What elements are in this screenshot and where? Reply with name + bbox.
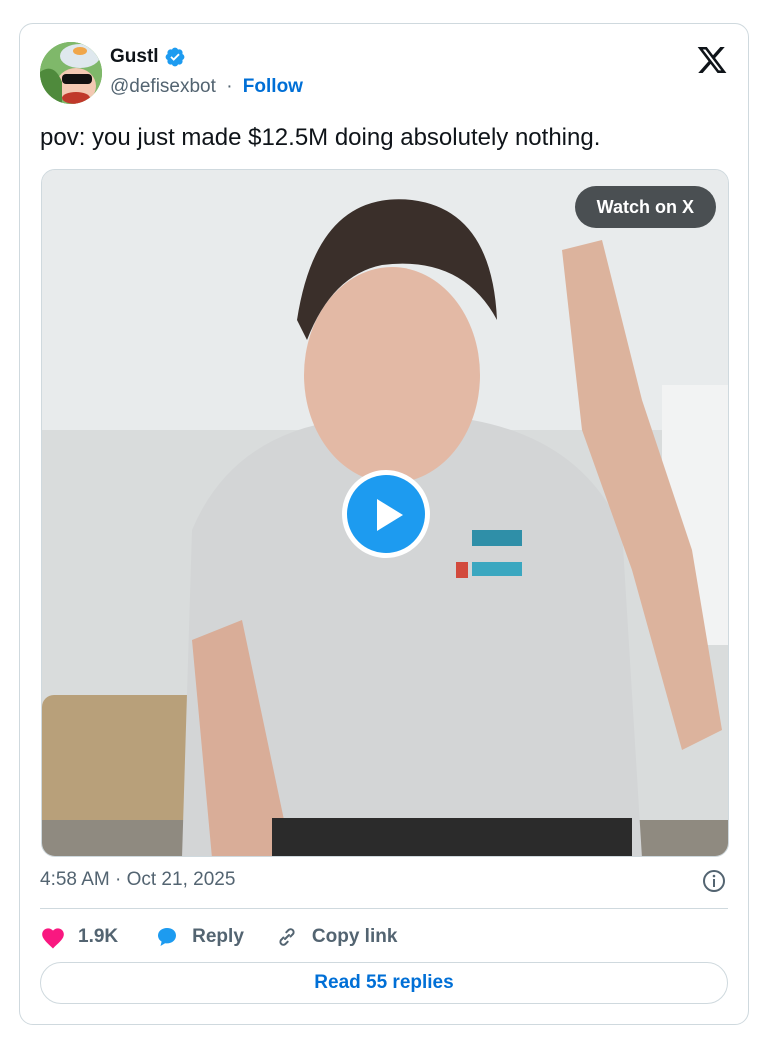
divider	[40, 908, 728, 909]
follow-button[interactable]: Follow	[243, 76, 303, 97]
x-logo-icon[interactable]	[696, 44, 728, 76]
read-replies-button[interactable]: Read 55 replies	[40, 962, 728, 1004]
tweet-embed-card: Gustl @defisexbot · Follow pov: you just…	[19, 23, 749, 1025]
heart-icon	[42, 928, 64, 949]
copy-link-label: Copy link	[311, 926, 398, 947]
reply-button[interactable]: Reply	[154, 925, 244, 949]
author-name[interactable]: Gustl	[110, 46, 159, 68]
link-icon	[279, 928, 295, 946]
like-button[interactable]: 1.9K	[40, 925, 118, 949]
tweet-timestamp[interactable]: 4:58 AM · Oct 21, 2025	[40, 869, 235, 891]
author-name-row: Gustl	[110, 46, 186, 68]
play-icon	[377, 499, 403, 531]
action-bar: 1.9K Reply Copy link	[40, 922, 397, 952]
info-icon[interactable]	[702, 869, 726, 893]
watch-on-x-button[interactable]: Watch on X	[574, 186, 716, 228]
verified-badge-icon	[165, 47, 184, 67]
like-count: 1.9K	[78, 926, 119, 947]
play-button[interactable]	[342, 470, 430, 558]
author-handle[interactable]: @defisexbot	[110, 76, 216, 97]
avatar[interactable]	[40, 42, 102, 104]
copy-link-button[interactable]: Copy link	[274, 925, 398, 949]
avatar-image	[40, 42, 102, 104]
author-handle-row: @defisexbot · Follow	[110, 76, 303, 98]
handle-separator: ·	[226, 76, 233, 97]
speech-bubble-icon	[158, 928, 177, 946]
reply-label: Reply	[192, 926, 244, 947]
tweet-text: pov: you just made $12.5M doing absolute…	[40, 124, 601, 151]
video-thumbnail[interactable]: Watch on X	[41, 169, 729, 857]
